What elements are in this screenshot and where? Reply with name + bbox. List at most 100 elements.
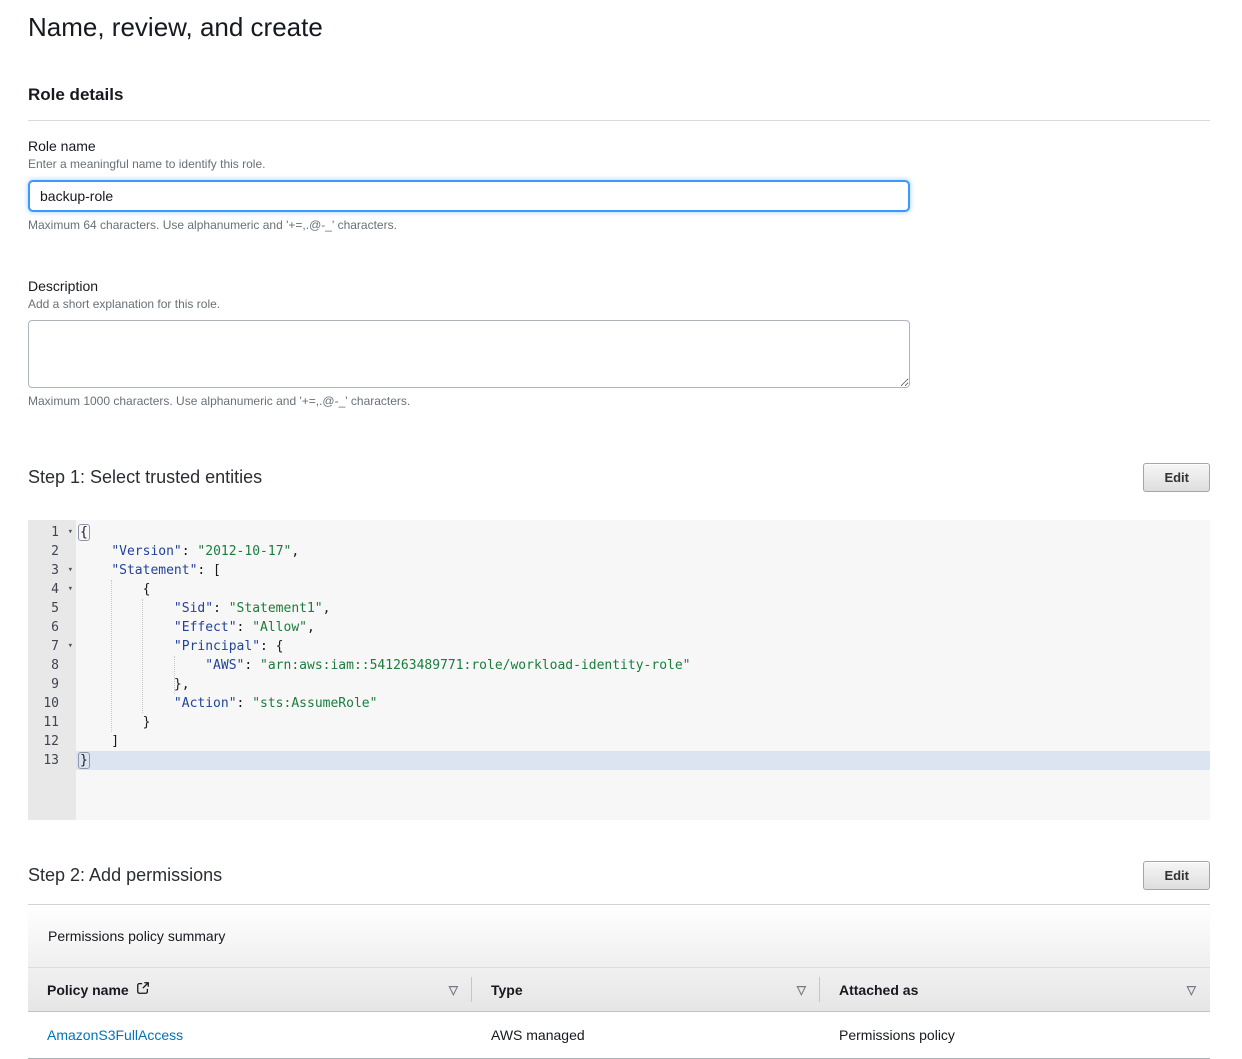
code-line[interactable]: "Sid": "Statement1", bbox=[76, 599, 1210, 618]
code-text bbox=[80, 563, 111, 578]
step2-edit-button[interactable]: Edit bbox=[1143, 861, 1210, 890]
code-text bbox=[80, 620, 174, 635]
role-name-label: Role name bbox=[28, 138, 1210, 154]
code-line[interactable]: } bbox=[76, 751, 1210, 770]
code-line[interactable]: "AWS": "arn:aws:iam::541263489771:role/w… bbox=[76, 656, 1210, 675]
external-link-icon[interactable] bbox=[136, 981, 150, 998]
line-number: 6 bbox=[28, 618, 76, 637]
permissions-table-body: AmazonS3FullAccess AWS managedPermissions… bbox=[28, 1012, 1210, 1059]
code-text: } bbox=[80, 715, 150, 730]
code-text bbox=[80, 639, 174, 654]
code-text bbox=[80, 658, 205, 673]
code-line[interactable]: "Principal": { bbox=[76, 637, 1210, 656]
code-token-key: "Effect" bbox=[174, 620, 237, 635]
step2-header-row: Step 2: Add permissions Edit bbox=[28, 861, 1210, 890]
code-token-key: "Statement" bbox=[111, 563, 197, 578]
description-constraint: Maximum 1000 characters. Use alphanumeri… bbox=[28, 394, 1210, 408]
code-text bbox=[80, 696, 174, 711]
filter-icon[interactable]: ▽ bbox=[797, 984, 806, 996]
code-line[interactable]: "Effect": "Allow", bbox=[76, 618, 1210, 637]
permissions-table-header: Policy name ▽ Type ▽ Attached as ▽ bbox=[28, 967, 1210, 1012]
code-line[interactable]: }, bbox=[76, 675, 1210, 694]
line-number: 9 bbox=[28, 675, 76, 694]
permissions-panel-header: Permissions policy summary bbox=[28, 905, 1210, 967]
code-text: : bbox=[237, 620, 253, 635]
code-token-key: "Sid" bbox=[174, 601, 213, 616]
description-label: Description bbox=[28, 278, 1210, 294]
filter-icon[interactable]: ▽ bbox=[449, 984, 458, 996]
attached-as-cell: Permissions policy bbox=[820, 1027, 1210, 1043]
code-text: , bbox=[323, 601, 331, 616]
filter-icon[interactable]: ▽ bbox=[1187, 984, 1196, 996]
line-number: 1▾ bbox=[28, 523, 76, 542]
role-name-input[interactable] bbox=[28, 180, 910, 212]
code-text: , bbox=[307, 620, 315, 635]
code-token-str: "2012-10-17" bbox=[197, 544, 291, 559]
step1-edit-button[interactable]: Edit bbox=[1143, 463, 1210, 492]
code-text: : bbox=[237, 696, 253, 711]
code-line[interactable]: ] bbox=[76, 732, 1210, 751]
line-number: 7▾ bbox=[28, 637, 76, 656]
line-number: 2 bbox=[28, 542, 76, 561]
role-name-constraint: Maximum 64 characters. Use alphanumeric … bbox=[28, 218, 1210, 232]
code-token-str: "Statement1" bbox=[229, 601, 323, 616]
role-details-heading: Role details bbox=[28, 85, 1210, 105]
column-header-type[interactable]: Type ▽ bbox=[472, 968, 820, 1011]
policy-name-link[interactable]: AmazonS3FullAccess bbox=[47, 1027, 183, 1043]
line-number: 5 bbox=[28, 599, 76, 618]
code-text: : bbox=[213, 601, 229, 616]
code-line[interactable]: { bbox=[76, 523, 1210, 542]
code-line[interactable]: "Statement": [ bbox=[76, 561, 1210, 580]
line-number: 8 bbox=[28, 656, 76, 675]
line-number: 10 bbox=[28, 694, 76, 713]
fold-arrow-icon[interactable]: ▾ bbox=[68, 580, 73, 599]
code-text: : bbox=[182, 544, 198, 559]
column-header-attached-as[interactable]: Attached as ▽ bbox=[820, 968, 1210, 1011]
code-token-key: "Principal" bbox=[174, 639, 260, 654]
code-text: ] bbox=[80, 734, 119, 749]
step1-header-row: Step 1: Select trusted entities Edit bbox=[28, 463, 1210, 492]
code-text: }, bbox=[80, 677, 190, 692]
page-container: Name, review, and create Role details Ro… bbox=[0, 0, 1242, 1059]
code-token-str: "sts:AssumeRole" bbox=[252, 696, 377, 711]
code-text: : { bbox=[260, 639, 283, 654]
description-group: Description Add a short explanation for … bbox=[28, 278, 1210, 408]
policy-name-cell: AmazonS3FullAccess bbox=[28, 1027, 472, 1043]
code-line[interactable]: "Action": "sts:AssumeRole" bbox=[76, 694, 1210, 713]
permissions-panel-title: Permissions policy summary bbox=[48, 928, 225, 944]
code-token-str: "Allow" bbox=[252, 620, 307, 635]
column-header-label: Attached as bbox=[839, 982, 918, 998]
fold-arrow-icon[interactable]: ▾ bbox=[68, 637, 73, 656]
page-title: Name, review, and create bbox=[28, 12, 1210, 43]
code-line[interactable]: } bbox=[76, 713, 1210, 732]
code-text: : [ bbox=[197, 563, 220, 578]
role-name-group: Role name Enter a meaningful name to ide… bbox=[28, 138, 1210, 232]
column-header-label: Type bbox=[491, 982, 523, 998]
code-text: { bbox=[80, 582, 150, 597]
line-number: 13 bbox=[28, 751, 76, 770]
code-line[interactable]: { bbox=[76, 580, 1210, 599]
code-text: : bbox=[244, 658, 260, 673]
step2-heading: Step 2: Add permissions bbox=[28, 865, 222, 886]
column-header-policy-name[interactable]: Policy name ▽ bbox=[28, 968, 472, 1011]
fold-arrow-icon[interactable]: ▾ bbox=[68, 561, 73, 580]
column-header-label: Policy name bbox=[47, 982, 129, 998]
editor-code[interactable]: { "Version": "2012-10-17", "Statement": … bbox=[76, 520, 1210, 820]
code-token-key: "Version" bbox=[111, 544, 181, 559]
type-cell: AWS managed bbox=[472, 1027, 820, 1043]
code-line[interactable]: "Version": "2012-10-17", bbox=[76, 542, 1210, 561]
description-textarea[interactable] bbox=[28, 320, 910, 388]
code-token-bracket: { bbox=[78, 524, 90, 541]
editor-gutter: 1▾23▾4▾567▾8910111213 bbox=[28, 520, 76, 820]
code-text: , bbox=[291, 544, 299, 559]
role-details-divider bbox=[28, 120, 1210, 121]
trust-policy-editor[interactable]: 1▾23▾4▾567▾8910111213 { "Version": "2012… bbox=[28, 520, 1210, 820]
line-number: 3▾ bbox=[28, 561, 76, 580]
code-text bbox=[80, 544, 111, 559]
code-token-key: "AWS" bbox=[205, 658, 244, 673]
code-token-str: "arn:aws:iam::541263489771:role/workload… bbox=[260, 658, 690, 673]
code-token-bracket: } bbox=[78, 752, 90, 769]
line-number: 4▾ bbox=[28, 580, 76, 599]
code-text bbox=[80, 601, 174, 616]
fold-arrow-icon[interactable]: ▾ bbox=[68, 523, 73, 542]
